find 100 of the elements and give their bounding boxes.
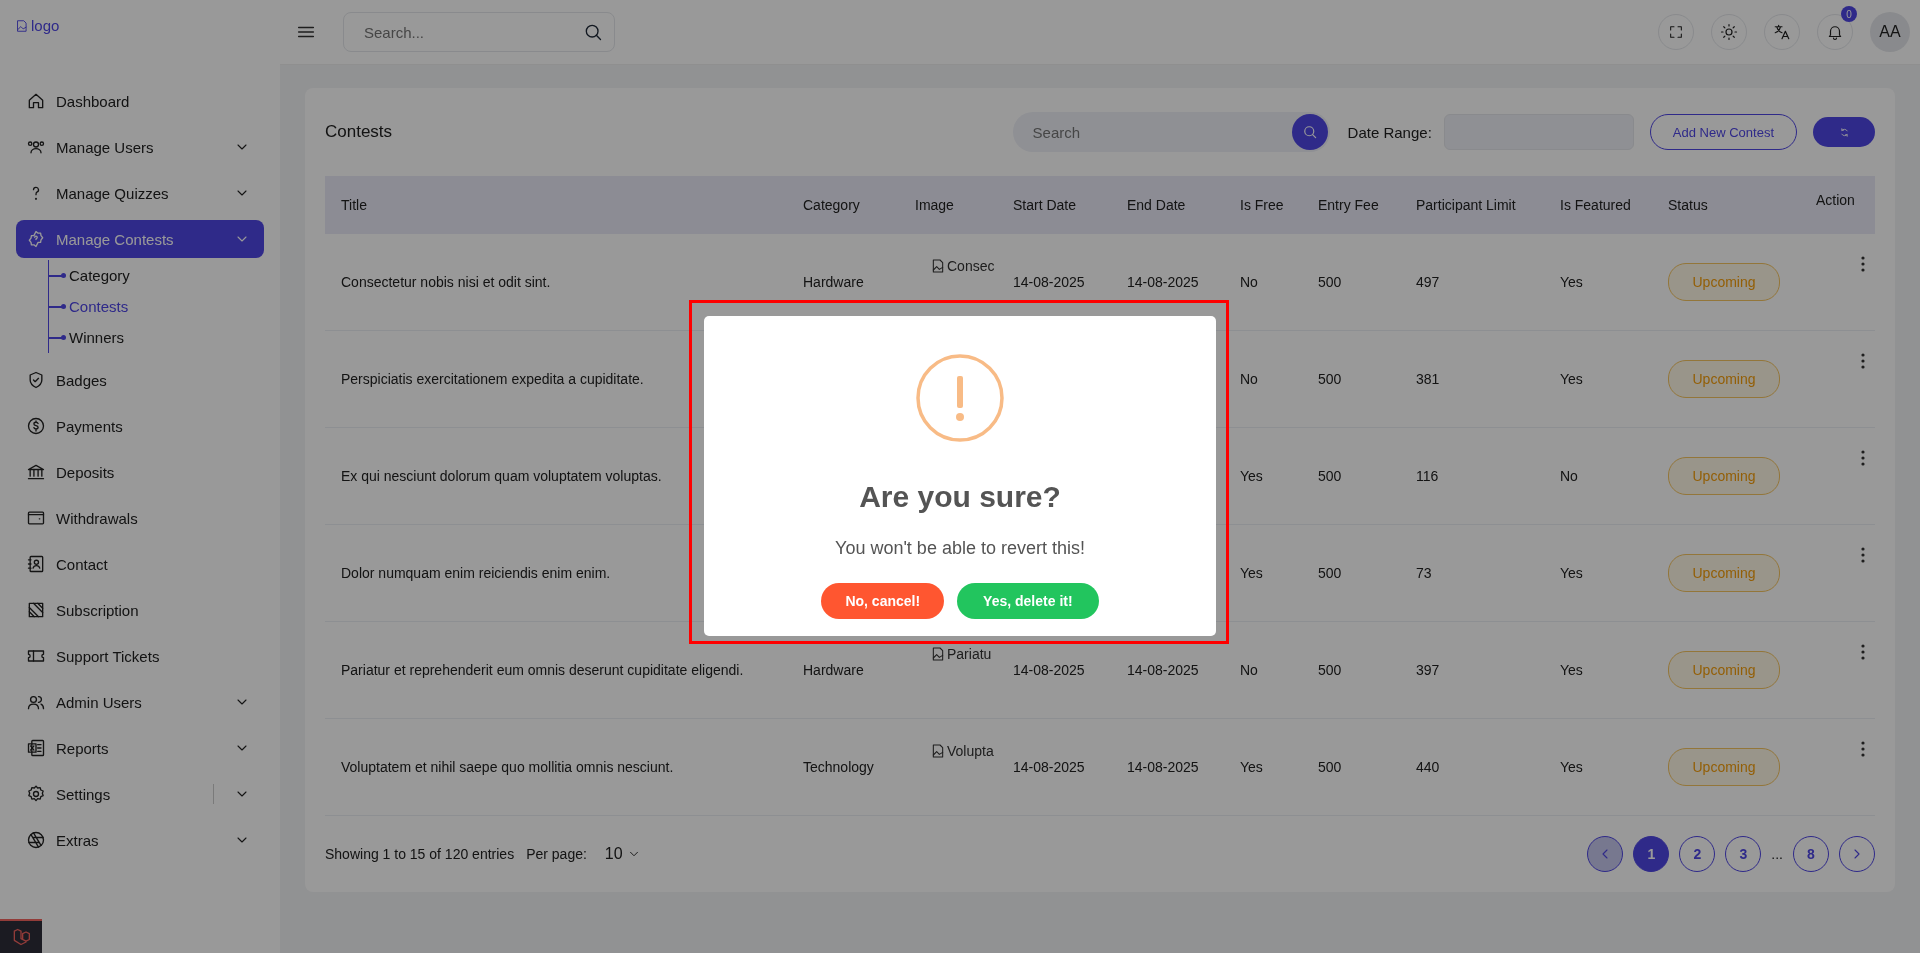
sidebar-item[interactable]: Payments: [16, 407, 264, 445]
settings-icon: [26, 784, 46, 804]
sidebar-item-label: Manage Contests: [56, 230, 175, 248]
sidebar-item-label: Dashboard: [56, 92, 131, 110]
search-icon: [583, 22, 603, 42]
language-button[interactable]: [1764, 14, 1800, 50]
dialog-message: You won't be able to revert this!: [835, 538, 1085, 559]
sidebar-item[interactable]: Dashboard: [16, 82, 264, 120]
next-page-button[interactable]: [1839, 836, 1875, 872]
column-header: Is Free: [1240, 176, 1318, 234]
more-vertical-icon: [1861, 644, 1865, 660]
spreadsheet-icon: [26, 738, 46, 758]
column-header: Category: [803, 176, 915, 234]
table-cell: 500: [1318, 371, 1342, 387]
image-alt-text: Consec: [947, 258, 995, 274]
table-cell: 14-08-2025: [1127, 662, 1199, 678]
sidebar-item[interactable]: Manage Contests: [16, 220, 264, 258]
per-page-select[interactable]: 10: [604, 845, 641, 863]
debugbar-button[interactable]: [0, 919, 42, 953]
table-cell: No: [1240, 274, 1258, 290]
sidebar-item-label: Withdrawals: [56, 509, 139, 527]
table-cell: 116: [1416, 468, 1439, 484]
column-header: Status: [1668, 176, 1816, 234]
table-cell: 14-08-2025: [1127, 759, 1199, 775]
submenu-item[interactable]: Category: [49, 260, 264, 291]
sidebar-item[interactable]: Contact: [16, 545, 264, 583]
sidebar-item[interactable]: Deposits: [16, 453, 264, 491]
sidebar-item-label: Contact: [56, 555, 109, 573]
refresh-button[interactable]: [1813, 117, 1875, 147]
page-button[interactable]: 8: [1793, 836, 1829, 872]
column-header: Action: [1816, 176, 1875, 234]
table-cell: 440: [1416, 759, 1440, 775]
table-cell: Pariatur et reprehenderit eum omnis deserunt cupiditate eligendi.: [341, 662, 744, 678]
sidebar-item[interactable]: Support Tickets: [16, 637, 264, 675]
broken-image-icon: [930, 646, 946, 662]
sidebar-item-label: Payments: [56, 417, 124, 435]
bank-icon: [26, 462, 46, 482]
table-cell: 500: [1318, 565, 1342, 581]
image-alt-text: Pariatu: [947, 646, 992, 662]
table-cell: 397: [1416, 662, 1440, 678]
table-cell: 73: [1416, 565, 1432, 581]
row-actions-button[interactable]: [1861, 644, 1865, 660]
sidebar-item-label: Reports: [56, 739, 110, 757]
submenu-item[interactable]: Winners: [49, 322, 264, 353]
sidebar-item[interactable]: Subscription: [16, 591, 264, 629]
user-avatar[interactable]: AA: [1870, 12, 1910, 52]
entries-summary: Showing 1 to 15 of 120 entries: [325, 846, 515, 862]
sidebar-item[interactable]: Manage Users: [16, 128, 264, 166]
add-contest-button[interactable]: Add New Contest: [1649, 114, 1797, 150]
sidebar-item-label: Manage Users: [56, 138, 155, 156]
sidebar-item[interactable]: Withdrawals: [16, 499, 264, 537]
sidebar-item[interactable]: Admin Users: [16, 683, 264, 721]
row-actions-button[interactable]: [1861, 353, 1865, 369]
table-cell: 500: [1318, 274, 1342, 290]
sidebar-item[interactable]: Reports: [16, 729, 264, 767]
sidebar-item[interactable]: Manage Quizzes: [16, 174, 264, 212]
submenu-item[interactable]: Contests: [49, 291, 264, 322]
sidebar-item-label: Support Tickets: [56, 647, 161, 665]
row-actions-button[interactable]: [1861, 450, 1865, 466]
table-cell: Consectetur nobis nisi et odit sint.: [341, 274, 551, 290]
broken-image-icon: [930, 743, 946, 759]
dollar-circle-icon: [26, 416, 46, 436]
table-cell: No: [1240, 371, 1258, 387]
sidebar-item[interactable]: Badges: [16, 361, 264, 399]
table-cell: 500: [1318, 759, 1342, 775]
column-header: Title: [325, 176, 803, 234]
fullscreen-icon: [1668, 24, 1684, 40]
page-button[interactable]: 1: [1633, 836, 1670, 872]
row-actions-button[interactable]: [1861, 741, 1865, 757]
table-cell: Voluptatem et nihil saepe quo mollitia omnis nesciunt.: [341, 759, 674, 775]
theme-toggle-button[interactable]: [1711, 14, 1747, 50]
page-button[interactable]: 3: [1725, 836, 1762, 872]
column-header: Participant Limit: [1416, 176, 1560, 234]
row-actions-button[interactable]: [1861, 256, 1865, 272]
table-cell: 500: [1318, 468, 1342, 484]
status-badge: Upcoming: [1668, 263, 1780, 301]
column-header: Is Featured: [1560, 176, 1668, 234]
home-icon: [26, 91, 46, 111]
translate-icon: [1773, 23, 1791, 41]
more-vertical-icon: [1861, 256, 1865, 272]
row-actions-button[interactable]: [1861, 547, 1865, 563]
table-search-field[interactable]: Search: [1012, 112, 1330, 152]
column-header: End Date: [1127, 176, 1240, 234]
bell-icon: [1826, 23, 1844, 41]
layers-logo-icon: [11, 927, 31, 947]
table-cell: Yes: [1240, 565, 1263, 581]
page-button[interactable]: 2: [1679, 836, 1716, 872]
status-badge: Upcoming: [1668, 360, 1780, 398]
logo-broken-image[interactable]: logo: [15, 17, 60, 34]
fullscreen-button[interactable]: [1658, 14, 1694, 50]
table-cell: 14-08-2025: [1127, 274, 1199, 290]
table-cell: Hardware: [803, 274, 864, 290]
search-field[interactable]: Search...: [343, 12, 615, 52]
sidebar-item[interactable]: Settings: [16, 775, 264, 813]
more-vertical-icon: [1861, 450, 1865, 466]
date-range-label: Date Range:: [1347, 123, 1432, 141]
per-page-label: Per page:: [526, 846, 587, 862]
sidebar-item[interactable]: Extras: [16, 821, 264, 859]
table-cell: Yes: [1560, 565, 1583, 581]
table-cell: Yes: [1240, 759, 1263, 775]
